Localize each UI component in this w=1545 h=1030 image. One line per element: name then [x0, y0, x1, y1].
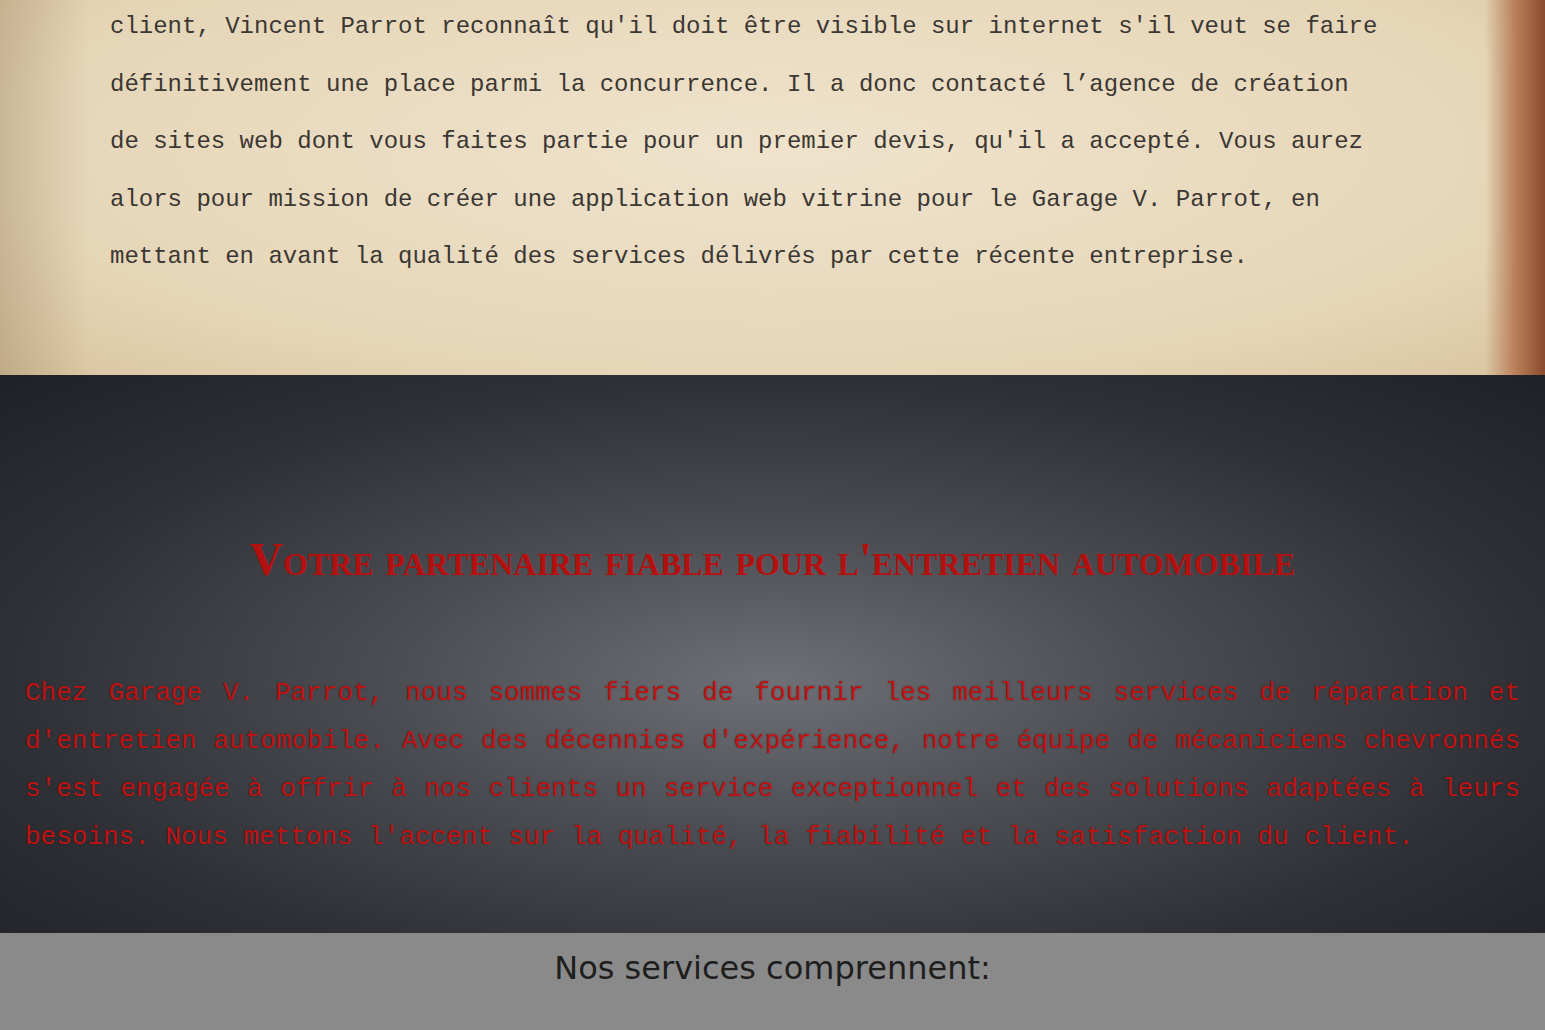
- intro-line: alors pour mission de créer une applicat…: [110, 171, 1445, 229]
- intro-line: mettant en avant la qualité des services…: [110, 228, 1445, 286]
- intro-line: client, Vincent Parrot reconnaît qu'il d…: [110, 0, 1445, 56]
- services-bar: Nos services comprennent:: [0, 933, 1545, 1030]
- hero-title: Votre partenaire fiable pour l'entretien…: [250, 533, 1295, 587]
- services-heading: Nos services comprennent:: [554, 945, 990, 1030]
- hero-text: Chez Garage V. Parrot, nous sommes fiers…: [0, 669, 1545, 861]
- intro-line: de sites web dont vous faites partie pou…: [110, 113, 1445, 171]
- page: client, Vincent Parrot reconnaît qu'il d…: [0, 0, 1545, 1030]
- hero-banner: Votre partenaire fiable pour l'entretien…: [0, 375, 1545, 933]
- intro-parchment: client, Vincent Parrot reconnaît qu'il d…: [0, 0, 1545, 375]
- intro-line: définitivement une place parmi la concur…: [110, 56, 1445, 114]
